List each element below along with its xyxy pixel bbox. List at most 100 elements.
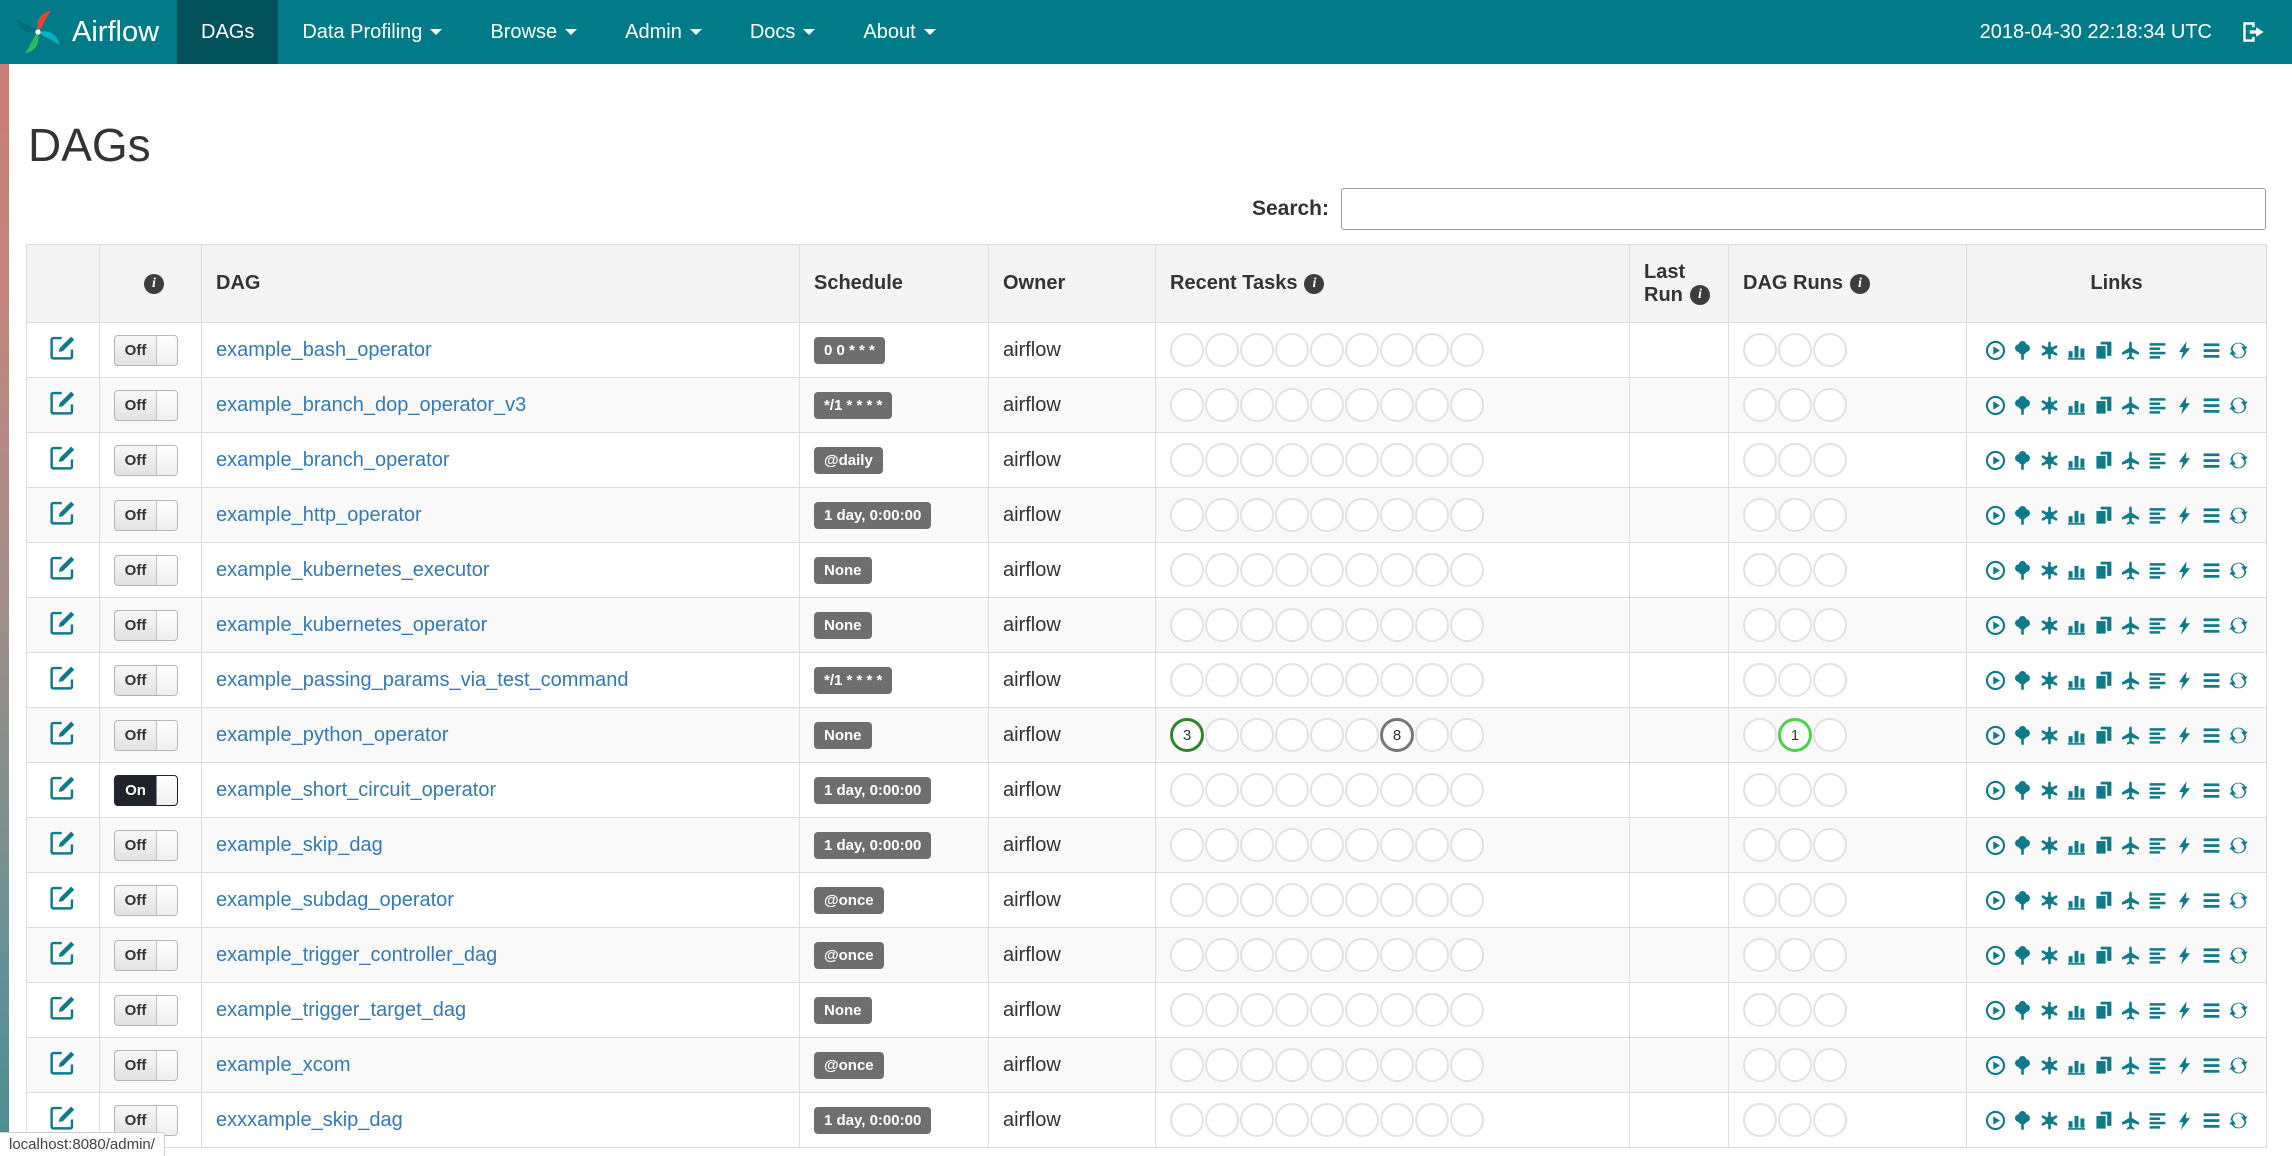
dag-pause-toggle[interactable]: Off — [114, 664, 178, 696]
tree-view-icon[interactable] — [2012, 890, 2033, 911]
tasks-duration-icon[interactable] — [2066, 835, 2087, 856]
trigger-dag-icon[interactable] — [1985, 945, 2006, 966]
gantt-view-icon[interactable] — [2147, 725, 2168, 746]
dag-pause-toggle[interactable]: Off — [114, 389, 178, 421]
landing-times-icon[interactable] — [2120, 340, 2141, 361]
dag-link[interactable]: example_trigger_controller_dag — [216, 944, 497, 966]
dag-pause-toggle[interactable]: Off — [114, 994, 178, 1026]
refresh-icon[interactable] — [2228, 395, 2249, 416]
graph-view-icon[interactable] — [2039, 560, 2060, 581]
code-view-icon[interactable] — [2174, 1055, 2195, 1076]
refresh-icon[interactable] — [2228, 1110, 2249, 1131]
nav-item-about[interactable]: About — [839, 0, 959, 64]
tasks-duration-icon[interactable] — [2066, 725, 2087, 746]
task-tries-icon[interactable] — [2093, 835, 2114, 856]
tree-view-icon[interactable] — [2012, 340, 2033, 361]
dag-link[interactable]: example_kubernetes_executor — [216, 559, 490, 581]
trigger-dag-icon[interactable] — [1985, 505, 2006, 526]
landing-times-icon[interactable] — [2120, 890, 2141, 911]
code-view-icon[interactable] — [2174, 945, 2195, 966]
dag-pause-toggle[interactable]: Off — [114, 829, 178, 861]
edit-dag-icon[interactable] — [50, 609, 76, 635]
dag-link[interactable]: example_python_operator — [216, 724, 448, 746]
task-tries-icon[interactable] — [2093, 1000, 2114, 1021]
refresh-icon[interactable] — [2228, 835, 2249, 856]
task-tries-icon[interactable] — [2093, 725, 2114, 746]
gantt-view-icon[interactable] — [2147, 835, 2168, 856]
dag-link[interactable]: example_subdag_operator — [216, 889, 454, 911]
task-tries-icon[interactable] — [2093, 340, 2114, 361]
dag-link[interactable]: example_trigger_target_dag — [216, 999, 466, 1021]
trigger-dag-icon[interactable] — [1985, 780, 2006, 801]
gantt-view-icon[interactable] — [2147, 670, 2168, 691]
refresh-icon[interactable] — [2228, 890, 2249, 911]
edit-dag-icon[interactable] — [50, 499, 76, 525]
tasks-duration-icon[interactable] — [2066, 560, 2087, 581]
code-view-icon[interactable] — [2174, 670, 2195, 691]
graph-view-icon[interactable] — [2039, 780, 2060, 801]
code-view-icon[interactable] — [2174, 615, 2195, 636]
graph-view-icon[interactable] — [2039, 395, 2060, 416]
landing-times-icon[interactable] — [2120, 505, 2141, 526]
refresh-icon[interactable] — [2228, 670, 2249, 691]
refresh-icon[interactable] — [2228, 615, 2249, 636]
tree-view-icon[interactable] — [2012, 560, 2033, 581]
edit-dag-icon[interactable] — [50, 774, 76, 800]
tree-view-icon[interactable] — [2012, 1110, 2033, 1131]
gantt-view-icon[interactable] — [2147, 615, 2168, 636]
logs-icon[interactable] — [2201, 395, 2222, 416]
nav-item-dags[interactable]: DAGs — [177, 0, 279, 64]
task-tries-icon[interactable] — [2093, 395, 2114, 416]
graph-view-icon[interactable] — [2039, 1110, 2060, 1131]
code-view-icon[interactable] — [2174, 450, 2195, 471]
dag-link[interactable]: example_http_operator — [216, 504, 422, 526]
code-view-icon[interactable] — [2174, 780, 2195, 801]
tree-view-icon[interactable] — [2012, 395, 2033, 416]
gantt-view-icon[interactable] — [2147, 395, 2168, 416]
trigger-dag-icon[interactable] — [1985, 725, 2006, 746]
dag-link[interactable]: exxxample_skip_dag — [216, 1109, 403, 1131]
logs-icon[interactable] — [2201, 1055, 2222, 1076]
landing-times-icon[interactable] — [2120, 450, 2141, 471]
landing-times-icon[interactable] — [2120, 780, 2141, 801]
graph-view-icon[interactable] — [2039, 945, 2060, 966]
trigger-dag-icon[interactable] — [1985, 890, 2006, 911]
landing-times-icon[interactable] — [2120, 560, 2141, 581]
refresh-icon[interactable] — [2228, 780, 2249, 801]
tasks-duration-icon[interactable] — [2066, 670, 2087, 691]
tree-view-icon[interactable] — [2012, 1000, 2033, 1021]
gantt-view-icon[interactable] — [2147, 505, 2168, 526]
edit-dag-icon[interactable] — [50, 664, 76, 690]
logout-icon[interactable] — [2240, 19, 2266, 45]
logs-icon[interactable] — [2201, 890, 2222, 911]
tasks-duration-icon[interactable] — [2066, 1110, 2087, 1131]
logs-icon[interactable] — [2201, 560, 2222, 581]
tree-view-icon[interactable] — [2012, 780, 2033, 801]
task-tries-icon[interactable] — [2093, 560, 2114, 581]
landing-times-icon[interactable] — [2120, 945, 2141, 966]
nav-item-admin[interactable]: Admin — [601, 0, 726, 64]
trigger-dag-icon[interactable] — [1985, 340, 2006, 361]
trigger-dag-icon[interactable] — [1985, 1000, 2006, 1021]
task-state-circle[interactable]: 3 — [1170, 718, 1204, 752]
tasks-duration-icon[interactable] — [2066, 450, 2087, 471]
landing-times-icon[interactable] — [2120, 835, 2141, 856]
dag-pause-toggle[interactable]: Off — [114, 609, 178, 641]
edit-dag-icon[interactable] — [50, 389, 76, 415]
edit-dag-icon[interactable] — [50, 554, 76, 580]
logs-icon[interactable] — [2201, 780, 2222, 801]
refresh-icon[interactable] — [2228, 945, 2249, 966]
dag-pause-toggle[interactable]: Off — [114, 334, 178, 366]
edit-dag-icon[interactable] — [50, 829, 76, 855]
logs-icon[interactable] — [2201, 505, 2222, 526]
edit-dag-icon[interactable] — [50, 939, 76, 965]
task-tries-icon[interactable] — [2093, 615, 2114, 636]
landing-times-icon[interactable] — [2120, 1055, 2141, 1076]
search-input[interactable] — [1341, 188, 2266, 230]
code-view-icon[interactable] — [2174, 560, 2195, 581]
logs-icon[interactable] — [2201, 450, 2222, 471]
task-tries-icon[interactable] — [2093, 945, 2114, 966]
column-header-owner[interactable]: Owner — [988, 244, 1156, 323]
trigger-dag-icon[interactable] — [1985, 670, 2006, 691]
graph-view-icon[interactable] — [2039, 835, 2060, 856]
